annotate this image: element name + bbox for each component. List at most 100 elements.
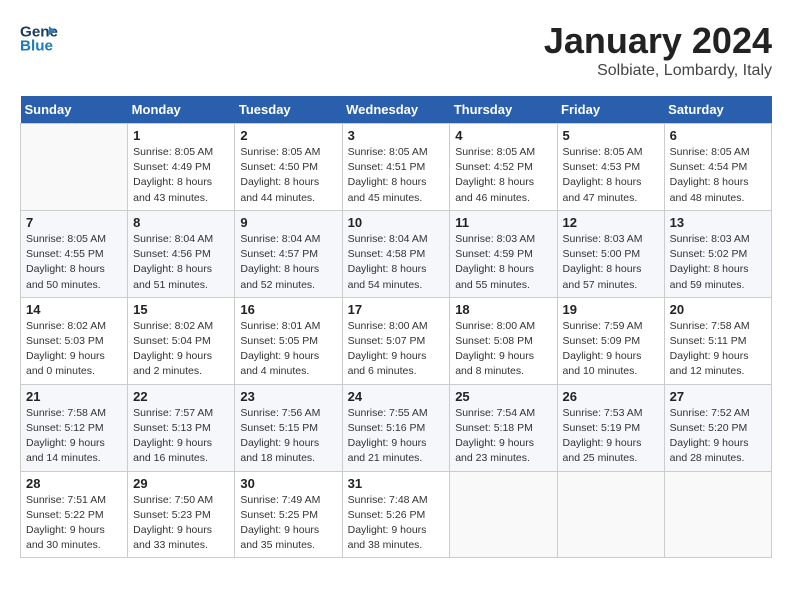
weekday-header: Wednesday bbox=[342, 96, 450, 124]
calendar-cell: 20Sunrise: 7:58 AMSunset: 5:11 PMDayligh… bbox=[664, 297, 771, 384]
day-info: Sunrise: 7:55 AMSunset: 5:16 PMDaylight:… bbox=[348, 406, 445, 467]
day-number: 14 bbox=[26, 302, 122, 317]
weekday-header: Tuesday bbox=[235, 96, 342, 124]
day-number: 16 bbox=[240, 302, 336, 317]
weekday-header: Thursday bbox=[450, 96, 557, 124]
calendar-table: SundayMondayTuesdayWednesdayThursdayFrid… bbox=[20, 96, 772, 558]
day-number: 3 bbox=[348, 128, 445, 143]
day-number: 19 bbox=[563, 302, 659, 317]
day-info: Sunrise: 8:03 AMSunset: 5:00 PMDaylight:… bbox=[563, 232, 659, 293]
day-info: Sunrise: 8:02 AMSunset: 5:03 PMDaylight:… bbox=[26, 319, 122, 380]
page-header: General Blue January 2024 Solbiate, Lomb… bbox=[20, 20, 772, 80]
calendar-cell: 19Sunrise: 7:59 AMSunset: 5:09 PMDayligh… bbox=[557, 297, 664, 384]
day-number: 9 bbox=[240, 215, 336, 230]
calendar-cell: 23 Sunrise: 7:56 AMSunset: 5:15 PMDayligh… bbox=[235, 384, 342, 471]
calendar-week-row: 1 Sunrise: 8:05 AMSunset: 4:49 PMDaylight… bbox=[21, 124, 772, 211]
day-number: 31 bbox=[348, 476, 445, 491]
day-info: Sunrise: 7:51 AMSunset: 5:22 PMDaylight:… bbox=[26, 493, 122, 554]
day-number: 18 bbox=[455, 302, 551, 317]
calendar-cell: 14 Sunrise: 8:02 AMSunset: 5:03 PMDayligh… bbox=[21, 297, 128, 384]
day-info: Sunrise: 8:05 AMSunset: 4:54 PMDaylight:… bbox=[670, 145, 766, 206]
day-number: 30 bbox=[240, 476, 336, 491]
day-number: 2 bbox=[240, 128, 336, 143]
day-info: Sunrise: 7:49 AMSunset: 5:25 PMDaylight:… bbox=[240, 493, 336, 554]
day-number: 26 bbox=[563, 389, 659, 404]
day-number: 8 bbox=[133, 215, 229, 230]
logo: General Blue bbox=[20, 20, 58, 58]
calendar-cell: 28 Sunrise: 7:51 AMSunset: 5:22 PMDayligh… bbox=[21, 471, 128, 558]
day-number: 22 bbox=[133, 389, 229, 404]
day-number: 15 bbox=[133, 302, 229, 317]
calendar-cell: 17 Sunrise: 8:00 AMSunset: 5:07 PMDayligh… bbox=[342, 297, 450, 384]
weekday-header: Saturday bbox=[664, 96, 771, 124]
day-info: Sunrise: 8:05 AMSunset: 4:53 PMDaylight:… bbox=[563, 145, 659, 206]
day-info: Sunrise: 8:05 AMSunset: 4:51 PMDaylight:… bbox=[348, 145, 445, 206]
calendar-cell: 2 Sunrise: 8:05 AMSunset: 4:50 PMDaylight… bbox=[235, 124, 342, 211]
calendar-cell: 10Sunrise: 8:04 AMSunset: 4:58 PMDayligh… bbox=[342, 210, 450, 297]
day-number: 17 bbox=[348, 302, 445, 317]
calendar-cell bbox=[21, 124, 128, 211]
weekday-header: Sunday bbox=[21, 96, 128, 124]
day-info: Sunrise: 7:56 AMSunset: 5:15 PMDaylight:… bbox=[240, 406, 336, 467]
calendar-cell: 11 Sunrise: 8:03 AMSunset: 4:59 PMDayligh… bbox=[450, 210, 557, 297]
day-number: 27 bbox=[670, 389, 766, 404]
day-info: Sunrise: 8:04 AMSunset: 4:58 PMDaylight:… bbox=[348, 232, 445, 293]
day-number: 7 bbox=[26, 215, 122, 230]
location-subtitle: Solbiate, Lombardy, Italy bbox=[544, 62, 772, 80]
calendar-cell: 31Sunrise: 7:48 AMSunset: 5:26 PMDayligh… bbox=[342, 471, 450, 558]
day-info: Sunrise: 8:04 AMSunset: 4:56 PMDaylight:… bbox=[133, 232, 229, 293]
day-number: 11 bbox=[455, 215, 551, 230]
day-info: Sunrise: 8:05 AMSunset: 4:50 PMDaylight:… bbox=[240, 145, 336, 206]
day-info: Sunrise: 8:03 AMSunset: 5:02 PMDaylight:… bbox=[670, 232, 766, 293]
calendar-cell: 8 Sunrise: 8:04 AMSunset: 4:56 PMDaylight… bbox=[128, 210, 235, 297]
calendar-week-row: 21Sunrise: 7:58 AMSunset: 5:12 PMDayligh… bbox=[21, 384, 772, 471]
calendar-week-row: 28 Sunrise: 7:51 AMSunset: 5:22 PMDayligh… bbox=[21, 471, 772, 558]
day-number: 28 bbox=[26, 476, 122, 491]
day-number: 20 bbox=[670, 302, 766, 317]
calendar-header-row: SundayMondayTuesdayWednesdayThursdayFrid… bbox=[21, 96, 772, 124]
calendar-cell: 21Sunrise: 7:58 AMSunset: 5:12 PMDayligh… bbox=[21, 384, 128, 471]
day-info: Sunrise: 7:58 AMSunset: 5:12 PMDaylight:… bbox=[26, 406, 122, 467]
day-number: 5 bbox=[563, 128, 659, 143]
day-number: 29 bbox=[133, 476, 229, 491]
day-info: Sunrise: 8:03 AMSunset: 4:59 PMDaylight:… bbox=[455, 232, 551, 293]
calendar-cell bbox=[450, 471, 557, 558]
day-info: Sunrise: 8:02 AMSunset: 5:04 PMDaylight:… bbox=[133, 319, 229, 380]
calendar-cell: 7 Sunrise: 8:05 AMSunset: 4:55 PMDaylight… bbox=[21, 210, 128, 297]
day-info: Sunrise: 7:52 AMSunset: 5:20 PMDaylight:… bbox=[670, 406, 766, 467]
day-info: Sunrise: 8:04 AMSunset: 4:57 PMDaylight:… bbox=[240, 232, 336, 293]
calendar-cell bbox=[664, 471, 771, 558]
day-info: Sunrise: 8:05 AMSunset: 4:52 PMDaylight:… bbox=[455, 145, 551, 206]
title-block: January 2024 Solbiate, Lombardy, Italy bbox=[544, 20, 772, 80]
calendar-cell: 13 Sunrise: 8:03 AMSunset: 5:02 PMDayligh… bbox=[664, 210, 771, 297]
weekday-header: Monday bbox=[128, 96, 235, 124]
calendar-week-row: 14 Sunrise: 8:02 AMSunset: 5:03 PMDayligh… bbox=[21, 297, 772, 384]
day-number: 13 bbox=[670, 215, 766, 230]
day-info: Sunrise: 8:05 AMSunset: 4:55 PMDaylight:… bbox=[26, 232, 122, 293]
weekday-header: Friday bbox=[557, 96, 664, 124]
calendar-cell: 4 Sunrise: 8:05 AMSunset: 4:52 PMDaylight… bbox=[450, 124, 557, 211]
calendar-cell: 16Sunrise: 8:01 AMSunset: 5:05 PMDayligh… bbox=[235, 297, 342, 384]
calendar-cell bbox=[557, 471, 664, 558]
day-info: Sunrise: 8:05 AMSunset: 4:49 PMDaylight:… bbox=[133, 145, 229, 206]
calendar-cell: 18Sunrise: 8:00 AMSunset: 5:08 PMDayligh… bbox=[450, 297, 557, 384]
day-number: 25 bbox=[455, 389, 551, 404]
day-number: 12 bbox=[563, 215, 659, 230]
day-info: Sunrise: 7:54 AMSunset: 5:18 PMDaylight:… bbox=[455, 406, 551, 467]
calendar-cell: 12 Sunrise: 8:03 AMSunset: 5:00 PMDayligh… bbox=[557, 210, 664, 297]
day-number: 23 bbox=[240, 389, 336, 404]
calendar-cell: 6 Sunrise: 8:05 AMSunset: 4:54 PMDaylight… bbox=[664, 124, 771, 211]
day-info: Sunrise: 7:53 AMSunset: 5:19 PMDaylight:… bbox=[563, 406, 659, 467]
calendar-cell: 5 Sunrise: 8:05 AMSunset: 4:53 PMDaylight… bbox=[557, 124, 664, 211]
calendar-cell: 29Sunrise: 7:50 AMSunset: 5:23 PMDayligh… bbox=[128, 471, 235, 558]
calendar-cell: 24 Sunrise: 7:55 AMSunset: 5:16 PMDayligh… bbox=[342, 384, 450, 471]
day-info: Sunrise: 8:00 AMSunset: 5:07 PMDaylight:… bbox=[348, 319, 445, 380]
day-number: 1 bbox=[133, 128, 229, 143]
svg-text:Blue: Blue bbox=[20, 37, 53, 54]
day-number: 6 bbox=[670, 128, 766, 143]
calendar-cell: 22Sunrise: 7:57 AMSunset: 5:13 PMDayligh… bbox=[128, 384, 235, 471]
day-number: 24 bbox=[348, 389, 445, 404]
calendar-cell: 9 Sunrise: 8:04 AMSunset: 4:57 PMDaylight… bbox=[235, 210, 342, 297]
calendar-cell: 1 Sunrise: 8:05 AMSunset: 4:49 PMDaylight… bbox=[128, 124, 235, 211]
day-number: 4 bbox=[455, 128, 551, 143]
